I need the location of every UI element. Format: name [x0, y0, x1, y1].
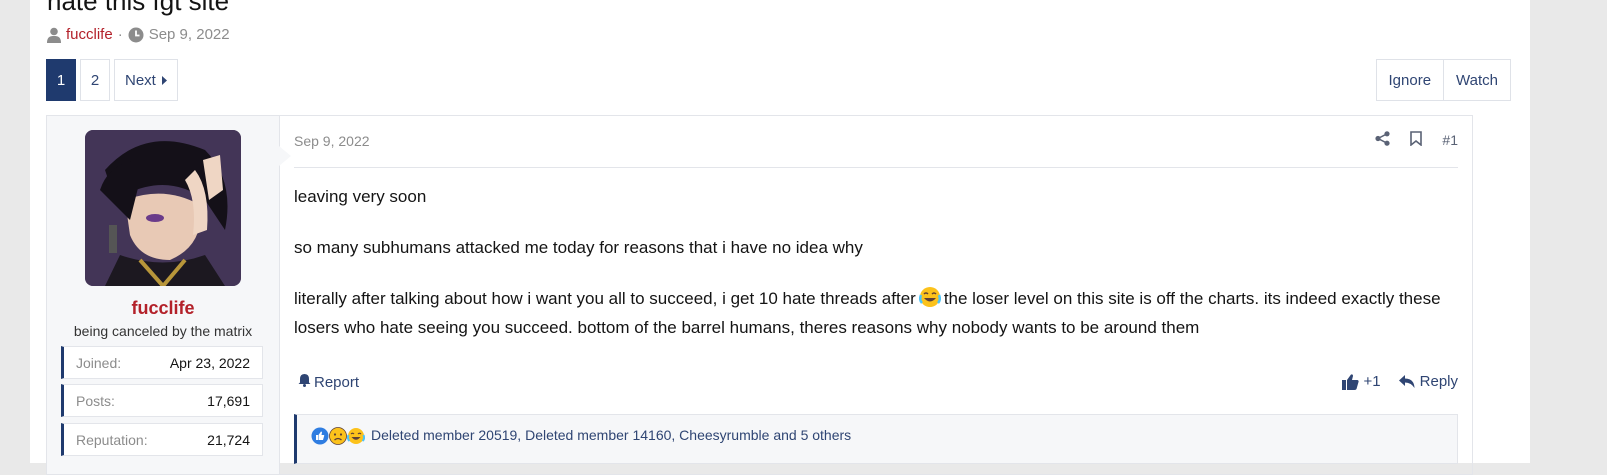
thread-meta: fucclife · Sep 9, 2022 — [47, 26, 230, 43]
post-article: fucclife being canceled by the matrix Jo… — [46, 115, 1473, 475]
post-header: Sep 9, 2022 #1 — [294, 116, 1458, 168]
thread-title: hate this fgt site — [47, 0, 230, 16]
user-cell-arrow — [279, 146, 291, 166]
post-footer: Report +1 Reply — [294, 373, 1458, 397]
user-title: being canceled by the matrix — [73, 323, 253, 339]
avatar[interactable] — [85, 130, 241, 286]
reply-arrow-icon — [1398, 374, 1415, 389]
reply-button[interactable]: Reply — [1398, 373, 1458, 390]
page-1-button[interactable]: 1 — [46, 59, 76, 101]
post-number-link[interactable]: #1 — [1442, 132, 1458, 148]
post-date-link[interactable]: Sep 9, 2022 — [294, 133, 370, 149]
caret-right-icon — [161, 72, 167, 89]
reactions-bar: Deleted member 20519, Deleted member 141… — [294, 414, 1458, 464]
report-link[interactable]: Report — [298, 373, 359, 391]
report-label: Report — [314, 373, 360, 391]
sad-reaction-icon — [329, 427, 347, 448]
post-body: leaving very soon so many subhumans atta… — [294, 184, 1454, 366]
stat-joined: Joined: Apr 23, 2022 — [61, 346, 263, 379]
post-user-cell: fucclife being canceled by the matrix Jo… — [47, 116, 291, 474]
stat-posts: Posts: 17,691 — [61, 384, 263, 417]
post-tools: #1 — [1375, 131, 1458, 149]
thread-date-link[interactable]: Sep 9, 2022 — [149, 26, 230, 43]
like-label: +1 — [1363, 373, 1381, 390]
clock-icon — [128, 27, 144, 43]
thumbs-up-icon — [1341, 373, 1359, 390]
like-reaction-icon — [311, 427, 329, 448]
next-label: Next — [125, 71, 156, 89]
post-message: Sep 9, 2022 #1 leaving very soon so many… — [294, 116, 1458, 474]
post-paragraph-3: literally after talking about how i want… — [294, 286, 1454, 340]
ignore-button[interactable]: Ignore — [1377, 60, 1444, 100]
bell-icon — [298, 373, 311, 391]
pagination: 1 2 Next — [46, 59, 178, 101]
meta-separator: · — [117, 26, 123, 43]
user-icon — [47, 27, 61, 43]
crying-laughing-reaction-icon — [346, 427, 366, 448]
share-icon[interactable] — [1375, 131, 1391, 149]
like-button[interactable]: +1 — [1341, 373, 1381, 390]
stat-value: 17,691 — [207, 392, 250, 409]
stat-reputation: Reputation: 21,724 — [61, 423, 263, 456]
reaction-icons[interactable] — [311, 427, 366, 448]
page-2-button[interactable]: 2 — [80, 59, 110, 101]
stat-label: Reputation: — [76, 431, 148, 448]
page-content: hate this fgt site fucclife · Sep 9, 202… — [30, 0, 1530, 475]
next-page-button[interactable]: Next — [114, 59, 178, 101]
stat-value: 21,724 — [207, 431, 250, 448]
reply-label: Reply — [1419, 373, 1458, 390]
post-paragraph: leaving very soon — [294, 187, 427, 206]
stat-label: Posts: — [76, 392, 115, 409]
stat-value: Apr 23, 2022 — [169, 354, 250, 371]
watch-button[interactable]: Watch — [1443, 60, 1510, 100]
stat-label: Joined: — [76, 354, 122, 371]
bookmark-icon[interactable] — [1410, 131, 1423, 149]
crying-laughing-emoji-icon — [918, 286, 941, 315]
thread-actions: Ignore Watch — [1375, 59, 1511, 101]
post-username[interactable]: fucclife — [47, 298, 279, 319]
post-paragraph: so many subhumans attacked me today for … — [294, 238, 863, 257]
post-text: literally after talking about how i want… — [294, 289, 916, 308]
post-actions: +1 Reply — [1341, 373, 1458, 390]
thread-author-link[interactable]: fucclife — [66, 26, 113, 43]
reactions-list-link[interactable]: Deleted member 20519, Deleted member 141… — [371, 427, 851, 443]
